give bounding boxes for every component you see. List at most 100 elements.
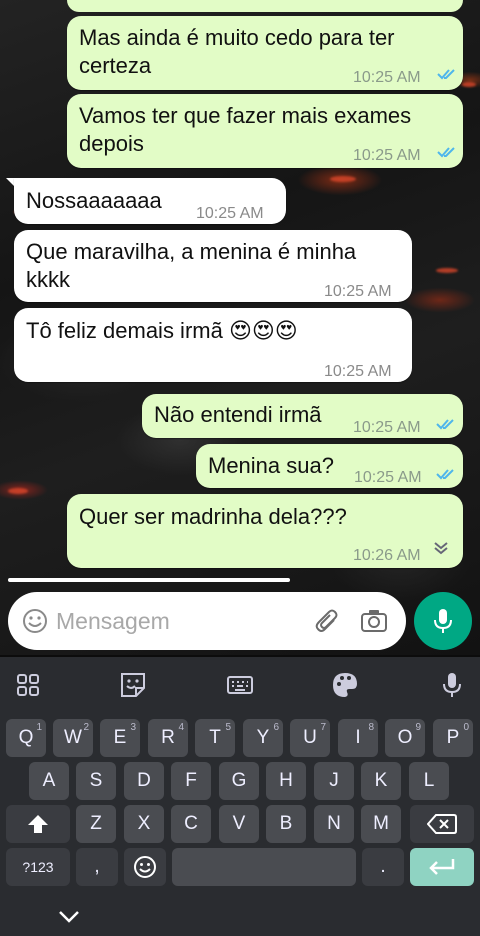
key-hint: 7 xyxy=(320,722,326,733)
key-label: P xyxy=(446,727,460,748)
ember-decoration xyxy=(330,176,356,182)
previous-bubble-edge xyxy=(8,578,290,582)
symbols-key[interactable]: ?123 xyxy=(6,848,70,886)
key-l[interactable]: L xyxy=(409,762,449,800)
key-hint: 5 xyxy=(225,722,231,733)
keyboard-icon[interactable] xyxy=(224,669,256,701)
camera-icon[interactable] xyxy=(360,608,388,634)
message-time: 10:25 AM xyxy=(354,469,422,486)
palette-icon[interactable] xyxy=(329,669,361,701)
key-b[interactable]: B xyxy=(266,805,306,843)
previous-message-edge xyxy=(67,0,463,12)
message-bubble[interactable]: Que maravilha, a menina é minha kkkk 10:… xyxy=(14,230,412,302)
message-input[interactable]: Mensagem xyxy=(56,608,170,635)
key-w[interactable]: W2 xyxy=(53,719,93,757)
key-hint: 1 xyxy=(36,722,42,733)
key-k[interactable]: K xyxy=(361,762,401,800)
key-r[interactable]: R4 xyxy=(148,719,188,757)
key-v[interactable]: V xyxy=(219,805,259,843)
key-j[interactable]: J xyxy=(314,762,354,800)
key-hint: 3 xyxy=(130,722,136,733)
key-label: R xyxy=(161,727,175,748)
key-q[interactable]: Q1 xyxy=(6,719,46,757)
message-bubble[interactable]: Quer ser madrinha dela??? 10:26 AM xyxy=(67,494,463,568)
key-f[interactable]: F xyxy=(171,762,211,800)
message-bubble[interactable]: Mas ainda é muito cedo para ter certeza … xyxy=(67,16,463,90)
space-key[interactable] xyxy=(172,848,356,886)
hide-keyboard-chevron-icon[interactable] xyxy=(58,910,80,924)
message-text: Nossaaaaaaa xyxy=(26,188,162,213)
key-label: U xyxy=(303,727,317,748)
key-n[interactable]: N xyxy=(314,805,354,843)
key-label: O xyxy=(397,727,413,748)
key-g[interactable]: G xyxy=(219,762,259,800)
message-bubble[interactable]: Menina sua? 10:25 AM xyxy=(196,444,463,488)
microphone-icon xyxy=(434,609,452,633)
sticker-icon[interactable] xyxy=(117,669,149,701)
message-time: 10:25 AM xyxy=(324,363,392,380)
message-bubble[interactable]: Não entendi irmã 10:25 AM xyxy=(142,394,463,438)
message-time: 10:25 AM xyxy=(353,147,421,164)
period-key[interactable]: . xyxy=(362,848,404,886)
voice-message-button[interactable] xyxy=(414,592,472,650)
key-e[interactable]: E3 xyxy=(100,719,140,757)
emoji-key[interactable] xyxy=(124,848,166,886)
key-d[interactable]: D xyxy=(124,762,164,800)
backspace-key[interactable] xyxy=(410,805,474,843)
ember-decoration xyxy=(462,82,476,87)
key-z[interactable]: Z xyxy=(76,805,116,843)
double-check-read-icon xyxy=(437,69,455,80)
smiley-icon xyxy=(134,856,156,878)
key-hint: 8 xyxy=(368,722,374,733)
key-h[interactable]: H xyxy=(266,762,306,800)
message-time: 10:26 AM xyxy=(353,547,421,564)
emoji-icon[interactable] xyxy=(22,608,48,634)
message-text: kkkk xyxy=(26,267,70,292)
key-hint: 6 xyxy=(273,722,279,733)
key-label: Q xyxy=(18,727,34,748)
enter-key[interactable] xyxy=(410,848,474,886)
shift-key[interactable] xyxy=(6,805,70,843)
message-composer[interactable]: Mensagem xyxy=(8,592,406,650)
attach-icon[interactable] xyxy=(314,608,340,634)
message-bubble[interactable]: Vamos ter que fazer mais exames depois 1… xyxy=(67,94,463,168)
double-check-read-icon xyxy=(436,419,454,430)
key-hint: 0 xyxy=(463,722,469,733)
double-check-read-icon xyxy=(437,147,455,158)
key-x[interactable]: X xyxy=(124,805,164,843)
message-text: Vamos ter que fazer mais exames xyxy=(79,103,412,128)
comma-key[interactable]: , xyxy=(76,848,118,886)
key-label: Y xyxy=(256,727,270,748)
key-m[interactable]: M xyxy=(361,805,401,843)
message-bubble[interactable]: Nossaaaaaaa 10:25 AM xyxy=(14,178,286,224)
double-check-read-icon xyxy=(436,469,454,480)
key-hint: 4 xyxy=(178,722,184,733)
key-a[interactable]: A xyxy=(29,762,69,800)
key-o[interactable]: O9 xyxy=(385,719,425,757)
key-s[interactable]: S xyxy=(76,762,116,800)
message-bubble[interactable]: Tô feliz demais irmã 😍😍😍 10:25 AM xyxy=(14,308,412,382)
key-t[interactable]: T5 xyxy=(195,719,235,757)
key-hint: 2 xyxy=(83,722,89,733)
message-time: 10:25 AM xyxy=(353,69,421,86)
scroll-down-button[interactable] xyxy=(424,534,458,564)
key-i[interactable]: I8 xyxy=(338,719,378,757)
key-label: T xyxy=(209,727,221,748)
key-p[interactable]: P0 xyxy=(433,719,473,757)
backspace-icon xyxy=(426,814,457,834)
message-time: 10:25 AM xyxy=(196,205,264,222)
message-text: Mas ainda é muito cedo para ter xyxy=(79,25,395,50)
key-y[interactable]: Y6 xyxy=(243,719,283,757)
enter-arrow-icon xyxy=(429,859,455,875)
voice-input-icon[interactable] xyxy=(436,669,468,701)
message-text: Quer ser madrinha dela??? xyxy=(79,504,347,529)
message-text: Não entendi irmã xyxy=(154,402,322,427)
message-text: depois xyxy=(79,131,144,156)
key-label: W xyxy=(64,727,82,748)
apps-grid-icon[interactable] xyxy=(12,669,44,701)
key-u[interactable]: U7 xyxy=(290,719,330,757)
on-screen-keyboard: Q1 W2 E3 R4 T5 Y6 U7 I8 O9 P0 A S D F G … xyxy=(0,657,480,936)
key-c[interactable]: C xyxy=(171,805,211,843)
shift-arrow-icon xyxy=(28,815,48,833)
double-chevron-down-icon xyxy=(434,542,448,555)
